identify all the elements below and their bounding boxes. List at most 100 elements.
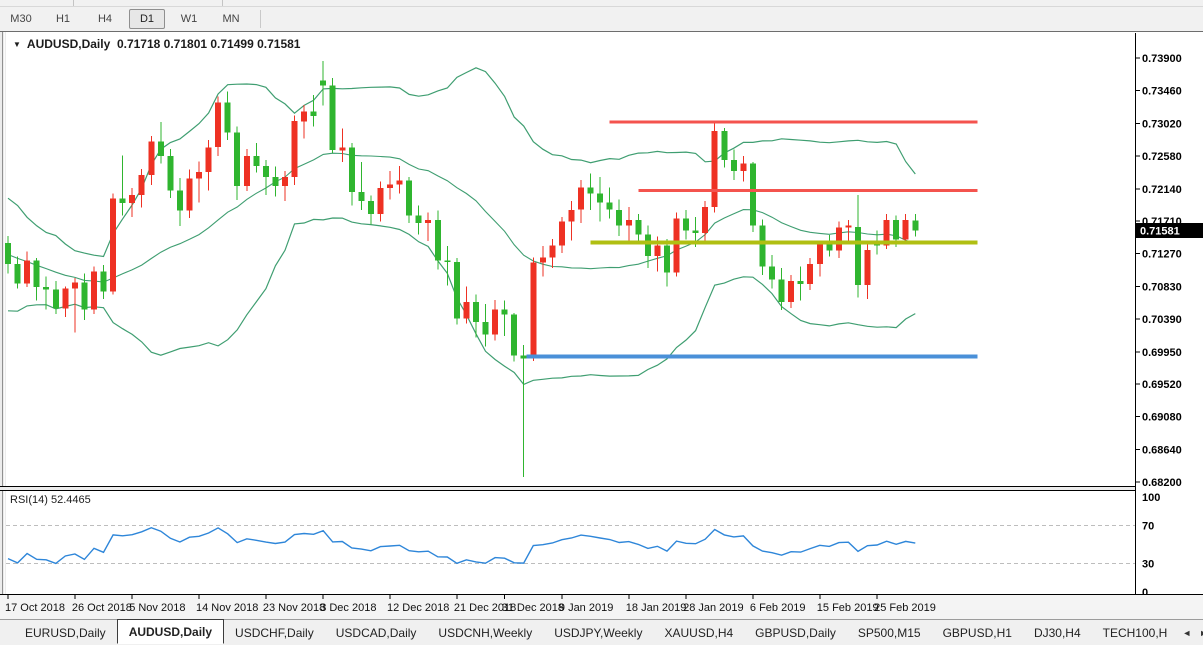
date-axis-label: 3 Dec 2018	[320, 602, 376, 614]
price-axis-label: 0.73900	[1142, 53, 1182, 65]
candle-body	[416, 216, 422, 223]
price-axis-label: 0.72580	[1142, 151, 1182, 163]
candle-body	[549, 246, 555, 258]
candle-body	[167, 156, 173, 190]
price-chart-svg[interactable]: 0.73900 0.73460 0.73020 0.72580 0.72140 0.717…	[0, 0, 1203, 619]
candle-body	[511, 315, 517, 356]
price-axis-label: 0.73460	[1142, 86, 1182, 98]
candle-body	[740, 164, 746, 171]
candle-body	[769, 266, 775, 279]
candle-body	[292, 121, 298, 177]
candle-body	[616, 210, 622, 226]
candle-body	[196, 172, 202, 179]
candle-body	[626, 220, 632, 225]
tab-scroll-left-icon[interactable]: ◄	[1178, 626, 1195, 640]
candle-body	[807, 264, 813, 284]
tab-usdcad-daily[interactable]: USDCAD,Daily	[325, 620, 428, 645]
candle-body	[578, 187, 584, 209]
candle-body	[435, 220, 441, 260]
candle-body	[358, 192, 364, 201]
candle-body	[368, 201, 374, 214]
tab-gbpusd-daily[interactable]: GBPUSD,Daily	[744, 620, 847, 645]
rsi-indicator-label: RSI(14) 52.4465	[10, 494, 91, 506]
candle-body	[101, 272, 107, 292]
candle-body	[282, 177, 288, 186]
candle-body	[483, 322, 489, 335]
rsi-value: 52.4465	[51, 494, 91, 506]
symbol-dropdown-icon[interactable]: ▼	[13, 40, 21, 49]
candle-body	[836, 228, 842, 251]
candle-body	[62, 289, 68, 309]
toolbar-grip	[73, 0, 74, 6]
timeframe-toolbar: M30 H1 H4 D1 W1 MN	[0, 7, 1203, 31]
date-axis-label: 14 Nov 2018	[196, 602, 258, 614]
tab-dj30-h4[interactable]: DJ30,H4	[1023, 620, 1092, 645]
candle-body	[5, 243, 11, 264]
candle-body	[559, 222, 565, 246]
chart-ohlc-quote: 0.71718 0.71801 0.71499 0.71581	[117, 37, 301, 51]
candle-body	[387, 185, 393, 189]
tab-gbpusd-h1[interactable]: GBPUSD,H1	[932, 620, 1023, 645]
candle-body	[750, 164, 756, 226]
date-axis-label: 12 Dec 2018	[387, 602, 449, 614]
candle-body	[272, 177, 278, 186]
candle-body	[349, 147, 355, 192]
timeframe-button-D1[interactable]: D1	[129, 9, 165, 29]
tab-usdcnh-weekly[interactable]: USDCNH,Weekly	[427, 620, 543, 645]
price-axis-label: 0.73020	[1142, 119, 1182, 131]
candle-body	[779, 280, 785, 302]
candle-body	[798, 281, 804, 284]
candle-body	[635, 220, 641, 234]
rsi-axis-label: 100	[1142, 492, 1160, 504]
tab-sp500-m15[interactable]: SP500,M15	[847, 620, 932, 645]
price-axis-label: 0.69950	[1142, 347, 1182, 359]
candle-body	[139, 175, 145, 195]
date-axis-label: 5 Nov 2018	[129, 602, 185, 614]
candle-body	[234, 132, 240, 186]
date-axis-label: 9 Jan 2019	[559, 602, 613, 614]
price-axis-label: 0.70390	[1142, 314, 1182, 326]
candle-body	[903, 220, 909, 239]
candle-body	[540, 257, 546, 262]
timeframe-button-H1[interactable]: H1	[45, 9, 81, 29]
date-axis-label: 18 Jan 2019	[626, 602, 687, 614]
candle-body	[912, 220, 918, 230]
timeframe-button-M30[interactable]: M30	[3, 9, 39, 29]
timeframe-button-MN[interactable]: MN	[213, 9, 249, 29]
candle-body	[845, 225, 851, 227]
candle-body	[129, 195, 135, 203]
candle-body	[43, 287, 49, 289]
candle-body	[492, 309, 498, 334]
candle-body	[721, 131, 727, 160]
candle-body	[177, 190, 183, 210]
date-axis-label: 31 Dec 2018	[502, 602, 564, 614]
tab-usdjpy-weekly[interactable]: USDJPY,Weekly	[543, 620, 653, 645]
candle-body	[597, 193, 603, 202]
tab-usdchf-daily[interactable]: USDCHF,Daily	[224, 620, 325, 645]
candle-body	[339, 147, 345, 150]
candle-body	[406, 181, 412, 216]
candle-body	[444, 260, 450, 262]
price-axis-label: 0.72140	[1142, 184, 1182, 196]
candle-body	[158, 141, 164, 156]
candle-body	[473, 302, 479, 322]
candle-body	[187, 179, 193, 211]
candle-body	[588, 187, 594, 193]
candle-body	[244, 156, 250, 186]
timeframe-button-W1[interactable]: W1	[171, 9, 207, 29]
candle-body	[24, 260, 30, 283]
candle-body	[15, 264, 21, 283]
tab-scroll-right-icon[interactable]: ►	[1195, 626, 1203, 640]
timeframe-button-H4[interactable]: H4	[87, 9, 123, 29]
tab-xauusd-h4[interactable]: XAUUSD,H4	[653, 620, 744, 645]
date-axis-label: 25 Feb 2019	[874, 602, 936, 614]
rsi-name: RSI(14)	[10, 494, 48, 506]
tab-eurusd-daily[interactable]: EURUSD,Daily	[14, 620, 117, 645]
tab-audusd-daily[interactable]: AUDUSD,Daily	[117, 619, 224, 644]
panel-divider[interactable]	[0, 487, 1135, 490]
tab-tech100-h[interactable]: TECH100,H	[1092, 620, 1179, 645]
price-axis-label: 0.69080	[1142, 412, 1182, 424]
candle-body	[731, 160, 737, 171]
candle-body	[120, 199, 126, 204]
candle-body	[530, 263, 536, 359]
